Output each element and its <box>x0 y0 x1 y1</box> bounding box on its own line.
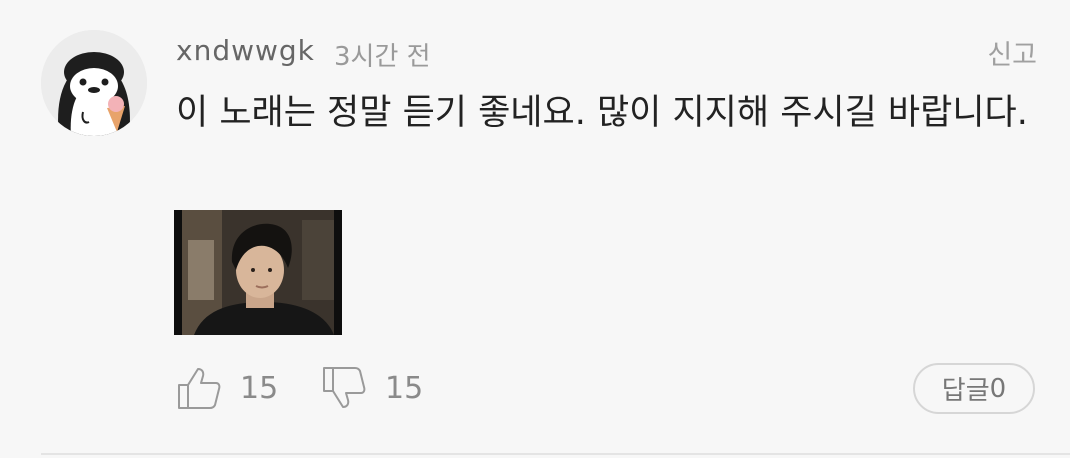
comment-image[interactable] <box>174 210 342 335</box>
reply-label: 답글 <box>941 376 990 406</box>
dislike-count: 15 <box>385 370 424 406</box>
penguin-avatar-icon <box>41 30 147 136</box>
divider <box>41 453 1070 455</box>
report-button[interactable]: 신고 <box>987 33 1037 72</box>
like-button[interactable]: 15 <box>176 360 278 416</box>
attached-photo <box>174 210 342 335</box>
thumbs-up-icon <box>178 368 221 409</box>
user-avatar[interactable] <box>41 30 147 136</box>
reply-count: 0 <box>989 373 1007 404</box>
dislike-button[interactable]: 15 <box>321 360 423 416</box>
comment-text: 이 노래는 정말 듣기 좋네요. 많이 지지해 주시길 바랍니다. <box>176 93 1028 133</box>
comment-username[interactable]: xndwwgk <box>176 34 315 67</box>
reply-button[interactable]: 답글 0 <box>913 363 1035 414</box>
thumbs-down-icon <box>323 367 366 408</box>
comment-item: xndwwgk 3시간 전 신고 이 노래는 정말 듣기 좋네요. 많이 지지해… <box>0 0 1070 458</box>
like-count: 15 <box>240 370 279 406</box>
comment-timestamp: 3시간 전 <box>334 42 431 72</box>
